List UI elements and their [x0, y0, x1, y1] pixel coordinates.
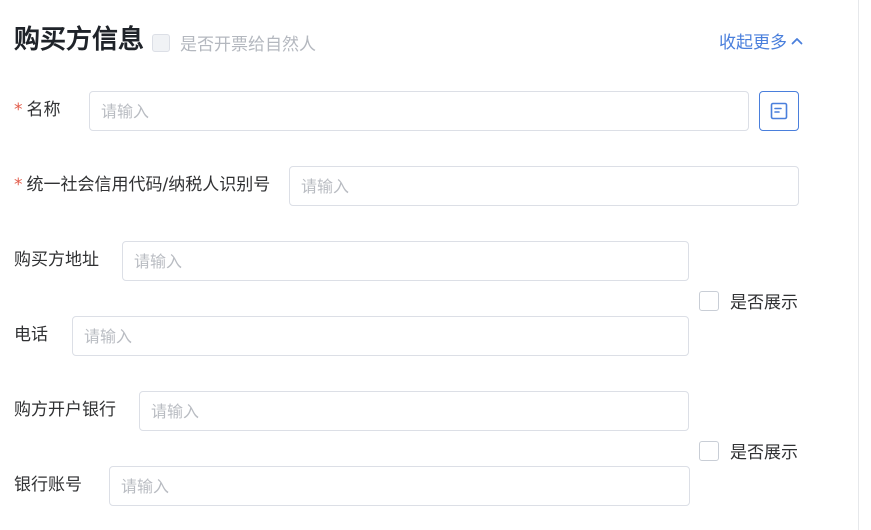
bank-label: 购方开户银行 — [14, 400, 116, 420]
natural-person-option: 是否开票给自然人 — [152, 30, 316, 55]
account-input[interactable] — [109, 466, 690, 506]
address-input[interactable] — [122, 241, 689, 281]
buyer-info-page: 购买方信息 是否开票给自然人 收起更多 *名称 *统一社会信用代码/纳税人识别号… — [0, 0, 871, 530]
collapse-more-link[interactable]: 收起更多 — [719, 28, 803, 53]
phone-label: 电话 — [14, 325, 48, 345]
name-label-group: * 名称 — [14, 98, 61, 122]
show-address-phone-label: 是否展示 — [730, 293, 798, 313]
chevron-up-icon — [791, 37, 803, 44]
name-label: 名称 — [26, 100, 61, 120]
title-lookup-button[interactable] — [759, 91, 799, 131]
show-bank-account-toggle[interactable]: 是否展示 — [699, 438, 798, 463]
show-address-phone-toggle[interactable]: 是否展示 — [699, 288, 798, 313]
bank-input[interactable] — [139, 391, 689, 431]
natural-person-label: 是否开票给自然人 — [180, 35, 316, 55]
show-bank-account-label: 是否展示 — [730, 443, 798, 463]
tax-id-label-group: * 统一社会信用代码/纳税人识别号 — [14, 173, 270, 197]
phone-input[interactable] — [72, 316, 689, 356]
show-address-phone-checkbox[interactable] — [699, 290, 719, 311]
required-mark: * — [14, 100, 23, 120]
tax-id-label: 统一社会信用代码/纳税人识别号 — [26, 175, 271, 195]
tax-id-input[interactable] — [289, 166, 799, 206]
collapse-more-label: 收起更多 — [719, 33, 787, 53]
address-label: 购买方地址 — [14, 250, 99, 270]
book-icon — [770, 102, 788, 120]
account-label: 银行账号 — [14, 475, 82, 495]
natural-person-checkbox[interactable] — [152, 33, 170, 52]
name-input[interactable] — [89, 91, 749, 131]
show-bank-account-checkbox[interactable] — [699, 440, 719, 461]
panel-divider — [858, 0, 859, 530]
section-title: 购买方信息 — [14, 25, 145, 55]
required-mark: * — [14, 175, 23, 195]
